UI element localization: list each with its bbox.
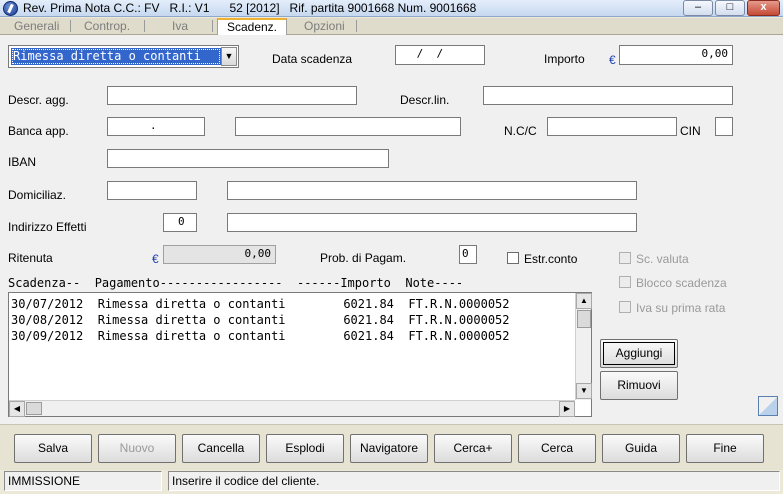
data-scadenza-value: / / bbox=[410, 47, 450, 60]
tab-separator bbox=[70, 20, 71, 32]
tab-controp[interactable]: Controp. bbox=[84, 19, 130, 34]
chevron-down-icon[interactable]: ▼ bbox=[221, 47, 237, 66]
euro-icon: € bbox=[152, 252, 159, 266]
scroll-up-icon[interactable]: ▲ bbox=[576, 293, 592, 309]
indirizzo-code-field[interactable]: 0 bbox=[163, 213, 197, 232]
ritenuta-field: 0,00 bbox=[163, 245, 276, 264]
domiciliaz-code-field[interactable] bbox=[107, 181, 197, 200]
cancella-button[interactable]: Cancella bbox=[182, 434, 260, 463]
list-item[interactable]: 30/07/2012 Rimessa diretta o contanti 60… bbox=[11, 297, 510, 311]
prob-pagam-field[interactable]: 0 bbox=[459, 245, 477, 264]
indirizzo-effetti-label: Indirizzo Effetti bbox=[8, 220, 87, 234]
descr-lin-label: Descr.lin. bbox=[400, 93, 450, 107]
data-scadenza-field[interactable]: / / bbox=[395, 45, 485, 65]
salva-button[interactable]: Salva bbox=[14, 434, 92, 463]
blocco-scadenza-label: Blocco scadenza bbox=[636, 276, 727, 290]
cin-field[interactable] bbox=[715, 117, 733, 136]
tab-generali[interactable]: Generali bbox=[14, 19, 59, 34]
horizontal-scroll-thumb[interactable] bbox=[26, 402, 42, 415]
domiciliaz-label: Domiciliaz. bbox=[8, 188, 67, 202]
scroll-left-icon[interactable]: ◀ bbox=[9, 401, 25, 417]
title-bar: Rev. Prima Nota C.C.: FV R.I.: V1 52 [20… bbox=[0, 0, 783, 17]
descr-agg-label: Descr. agg. bbox=[8, 93, 69, 107]
payment-type-dropdown[interactable]: Rimessa diretta o contanti ▼ bbox=[8, 45, 239, 68]
minimize-button[interactable]: – bbox=[683, 0, 713, 16]
vertical-scrollbar[interactable]: ▲ ▼ bbox=[575, 293, 592, 400]
fine-button[interactable]: Fine bbox=[686, 434, 764, 463]
nuovo-button[interactable]: Nuovo bbox=[98, 434, 176, 463]
banca-code-value: . bbox=[150, 119, 157, 132]
tab-separator bbox=[212, 20, 213, 32]
descr-lin-field[interactable] bbox=[483, 86, 733, 105]
sc-valuta-label: Sc. valuta bbox=[636, 252, 689, 266]
tab-separator bbox=[144, 20, 145, 32]
cin-label: CIN bbox=[680, 124, 701, 138]
status-bar: IMMISSIONE Inserire il codice del client… bbox=[0, 470, 783, 494]
ritenuta-value: 0,00 bbox=[244, 247, 272, 260]
status-mode: IMMISSIONE bbox=[4, 471, 162, 491]
descr-agg-field[interactable] bbox=[107, 86, 357, 105]
tab-iva[interactable]: Iva bbox=[172, 19, 188, 34]
euro-icon: € bbox=[609, 53, 616, 67]
iban-label: IBAN bbox=[8, 155, 37, 169]
payment-type-value: Rimessa diretta o contanti bbox=[11, 48, 221, 65]
tab-opzioni[interactable]: Opzioni bbox=[304, 19, 345, 34]
window-title: Rev. Prima Nota C.C.: FV R.I.: V1 52 [20… bbox=[23, 1, 477, 15]
indirizzo-code-value: 0 bbox=[178, 215, 185, 228]
esplodi-button[interactable]: Esplodi bbox=[266, 434, 344, 463]
tab-scadenz[interactable]: Scadenz. bbox=[217, 18, 287, 36]
iva-prima-rata-checkbox[interactable] bbox=[619, 301, 631, 313]
prob-pagam-value: 0 bbox=[462, 247, 469, 260]
vertical-scroll-thumb[interactable] bbox=[577, 310, 591, 328]
list-header: Scadenza-- Pagamento----------------- --… bbox=[8, 276, 464, 290]
list-item[interactable]: 30/08/2012 Rimessa diretta o contanti 60… bbox=[11, 313, 510, 327]
data-scadenza-label: Data scadenza bbox=[272, 52, 353, 66]
importo-label: Importo bbox=[544, 52, 585, 66]
tab-separator bbox=[356, 20, 357, 32]
importo-value: 0,00 bbox=[701, 47, 729, 60]
action-bar: Salva Nuovo Cancella Esplodi Navigatore … bbox=[0, 424, 783, 470]
tab-strip: Generali Controp. Iva Scadenz. Opzioni bbox=[0, 18, 783, 36]
banca-app-label: Banca app. bbox=[8, 124, 69, 138]
cerca-button[interactable]: Cerca bbox=[518, 434, 596, 463]
sc-valuta-checkbox[interactable] bbox=[619, 252, 631, 264]
importo-field[interactable]: 0,00 bbox=[619, 45, 733, 65]
ritenuta-label: Ritenuta bbox=[8, 251, 53, 265]
banca-name-field[interactable] bbox=[235, 117, 461, 136]
estr-conto-checkbox[interactable] bbox=[507, 252, 519, 264]
resize-grip-icon[interactable] bbox=[758, 396, 778, 416]
estr-conto-label: Estr.conto bbox=[524, 252, 578, 266]
iban-field[interactable] bbox=[107, 149, 389, 168]
app-icon bbox=[3, 1, 18, 16]
scroll-down-icon[interactable]: ▼ bbox=[576, 383, 592, 399]
aggiungi-button[interactable]: Aggiungi bbox=[600, 339, 678, 368]
indirizzo-desc-field[interactable] bbox=[227, 213, 637, 232]
close-button[interactable]: x bbox=[747, 0, 780, 16]
ncc-field[interactable] bbox=[547, 117, 677, 136]
maximize-button[interactable]: □ bbox=[715, 0, 745, 16]
status-message: Inserire il codice del cliente. bbox=[168, 471, 780, 491]
scadenze-list[interactable]: 30/07/2012 Rimessa diretta o contanti 60… bbox=[8, 292, 592, 417]
prob-pagam-label: Prob. di Pagam. bbox=[320, 251, 407, 265]
cerca-plus-button[interactable]: Cerca+ bbox=[434, 434, 512, 463]
domiciliaz-desc-field[interactable] bbox=[227, 181, 637, 200]
iva-prima-rata-label: Iva su prima rata bbox=[636, 301, 726, 315]
rimuovi-button[interactable]: Rimuovi bbox=[600, 371, 678, 400]
horizontal-scrollbar[interactable]: ◀ ▶ bbox=[9, 400, 575, 417]
blocco-scadenza-checkbox[interactable] bbox=[619, 276, 631, 288]
scroll-right-icon[interactable]: ▶ bbox=[559, 401, 575, 417]
guida-button[interactable]: Guida bbox=[602, 434, 680, 463]
list-item[interactable]: 30/09/2012 Rimessa diretta o contanti 60… bbox=[11, 329, 510, 343]
ncc-label: N.C/C bbox=[504, 124, 537, 138]
banca-code-field[interactable]: . bbox=[107, 117, 205, 136]
navigatore-button[interactable]: Navigatore bbox=[350, 434, 428, 463]
